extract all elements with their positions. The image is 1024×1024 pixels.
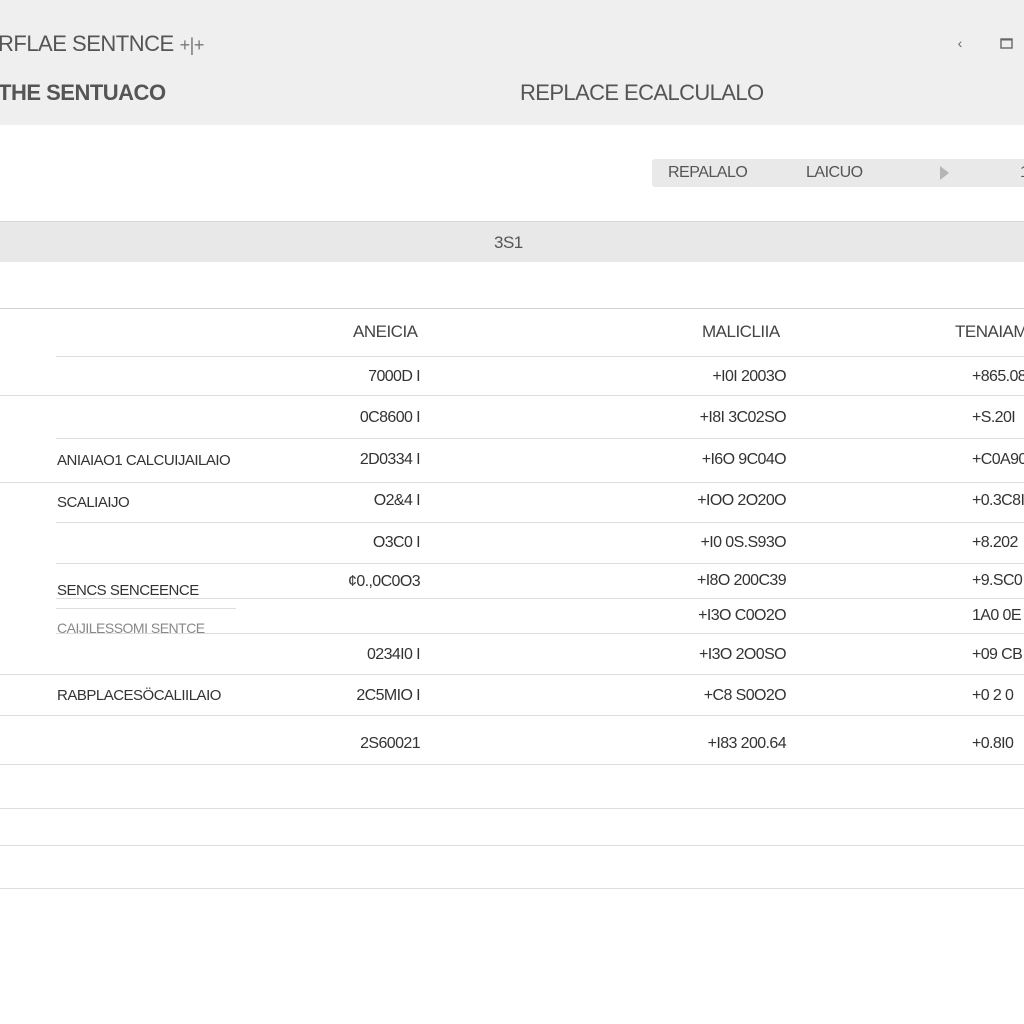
cell-malicliia: +C8 S0O2O [703,687,787,704]
cell-tenaiam: +09 CB [972,646,1023,663]
cell-malicliia: +I8O 200C39 [696,572,787,589]
header-bar: RFLAE SENTNCE +|+ ‹ THE SENTUACO REPLACE … [0,0,1024,125]
table-divider [0,845,1024,846]
cell-aneicia: 2D0334 I [359,451,421,468]
cell-malicliia: +I0I 2003O [712,368,786,385]
group-header-bar: 3S1 [0,221,1024,262]
app-window: RFLAE SENTNCE +|+ ‹ THE SENTUACO REPLACE … [0,0,1024,1024]
column-header-aneicia[interactable]: ANEICIA [353,322,418,342]
app-title-suffix: +|+ [179,35,205,55]
cell-malicliia: +I3O C0O2O [698,607,786,624]
cell-tenaiam: 1A0 0E [972,607,1021,624]
table-row[interactable] [0,483,1024,522]
cell-tenaiam: +0.8I0 [972,735,1014,752]
cell-aneicia: ¢0.,0C0O3 [348,573,421,590]
table-row[interactable] [0,357,1024,395]
table-divider [0,888,1024,889]
cell-aneicia: 0C8600 I [359,409,421,426]
row-label: SCALIAIJO [57,494,130,511]
cell-tenaiam: +C0A90 [972,451,1024,468]
table-divider [0,808,1024,809]
chevron-left-icon: ‹ [957,35,963,51]
cell-tenaiam: +0.3C8I [972,492,1024,509]
table-row[interactable] [0,634,1024,674]
cell-aneicia: 0234I0 I [366,646,421,663]
cell-aneicia: O3C0 I [372,534,421,551]
page-indicator: 1 [1020,164,1024,182]
tab-repalalo[interactable]: REPALALO [668,164,748,182]
back-button[interactable]: ‹ [950,33,970,53]
restore-button[interactable] [996,33,1016,53]
cell-tenaiam: +8.202 [972,534,1018,551]
column-header-malicliia[interactable]: MALICLIIA [702,322,780,342]
table-row[interactable] [0,523,1024,563]
cell-aneicia: 2C5MIO I [356,687,420,704]
cell-malicliia: +I8I 3C02SO [699,409,787,426]
group-label: 3S1 [494,233,523,252]
cell-aneicia: 2S60021 [360,735,420,752]
cell-malicliia: +I3O 2O0SO [699,646,787,663]
row-label: RABPLACESÖCALIILAIO [57,687,221,704]
cell-tenaiam: +S.20I [972,409,1016,426]
row-label: SENCS SENCEENCE [57,582,199,599]
column-header-tenaiam[interactable]: TENAIAM [955,322,1024,342]
cell-malicliia: +I83 200.64 [707,735,787,752]
cell-tenaiam: +9.SC0 [972,572,1023,589]
cell-aneicia: O2&4 I [373,492,421,509]
table-row[interactable] [0,396,1024,438]
table-divider [0,308,1024,309]
section-title: THE SENTUACO [0,80,166,105]
window-restore-icon [999,38,1013,49]
tab-strip: REPALALO LAICUO 1 [652,159,1024,187]
table-divider [0,764,1024,765]
table-row[interactable] [0,716,1024,764]
cell-malicliia: +I6O 9C04O [701,451,787,468]
cell-malicliia: +IOO 2O20O [697,492,786,509]
app-title: RFLAE SENTNCE +|+ [0,31,204,57]
cell-tenaiam: +865.08 [972,368,1024,385]
tab-laicuo[interactable]: LAICUO [806,164,863,182]
cell-tenaiam: +0 2 0 [972,687,1014,704]
cell-malicliia: +I0 0S.S93O [700,534,787,551]
next-tab-arrow-icon[interactable] [940,166,949,180]
cell-aneicia: 7000D I [368,368,420,385]
app-title-text: RFLAE SENTNCE [0,31,174,56]
page-title: REPLACE ECALCULALO [520,80,764,105]
window-controls: ‹ [950,33,1016,53]
row-label: ANIAIAO1 CALCUIJAILAIO [57,452,231,469]
